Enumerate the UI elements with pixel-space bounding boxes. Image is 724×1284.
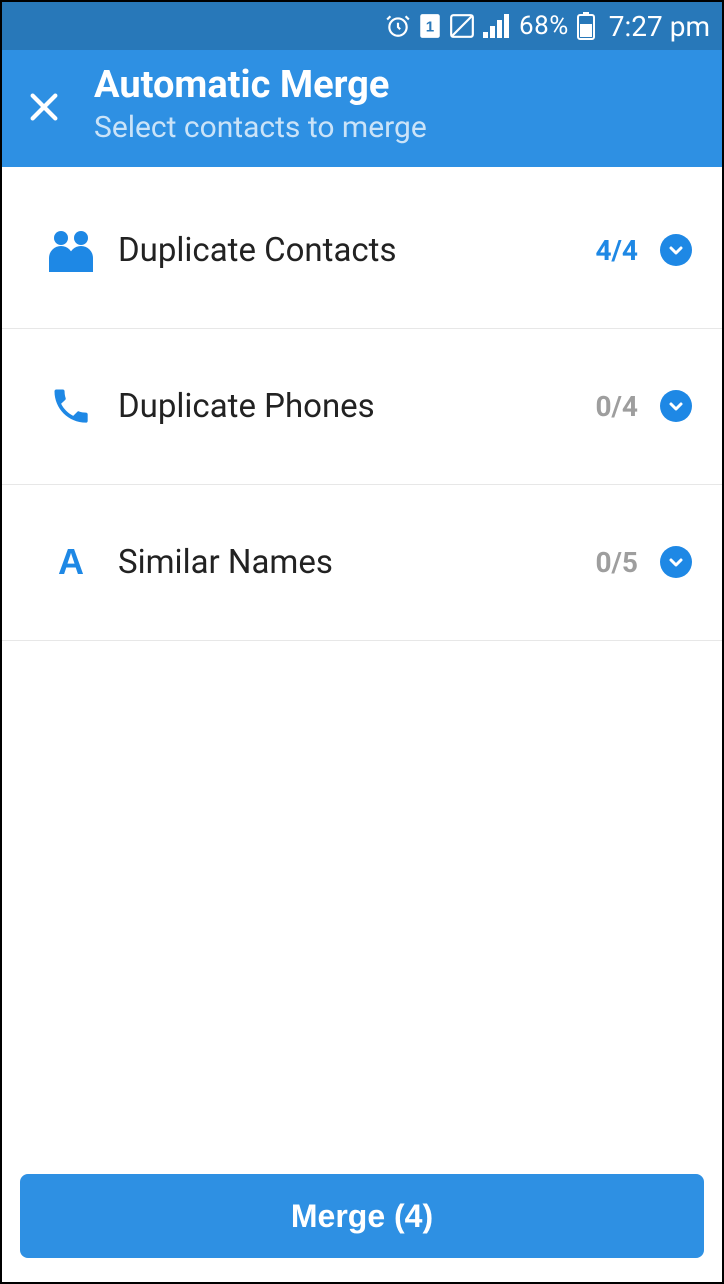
sim-1-icon: 1 — [419, 13, 441, 39]
row-count: 4/4 — [595, 234, 638, 267]
app-header: Automatic Merge Select contacts to merge — [2, 50, 722, 167]
expand-button[interactable] — [660, 546, 692, 578]
page-title: Automatic Merge — [94, 64, 427, 108]
row-count: 0/4 — [595, 390, 638, 423]
row-similar-names[interactable]: A Similar Names 0/5 — [2, 485, 722, 641]
row-label: Duplicate Contacts — [118, 231, 595, 270]
svg-text:1: 1 — [426, 18, 434, 35]
battery-percent: 68% — [519, 11, 569, 41]
chevron-down-icon — [668, 398, 684, 414]
chevron-down-icon — [668, 554, 684, 570]
storage-icon — [449, 13, 475, 39]
svg-text:A: A — [58, 542, 84, 582]
status-bar: 1 68% 7:27 pm — [2, 2, 722, 50]
battery-icon — [577, 12, 595, 40]
row-label: Duplicate Phones — [118, 387, 595, 426]
letter-a-icon: A — [42, 542, 100, 582]
clock-time: 7:27 pm — [609, 10, 710, 43]
contacts-icon — [42, 228, 100, 272]
footer: Merge (4) — [2, 1156, 722, 1282]
signal-icon — [483, 14, 511, 38]
row-label: Similar Names — [118, 543, 595, 582]
row-duplicate-contacts[interactable]: Duplicate Contacts 4/4 — [2, 173, 722, 329]
row-duplicate-phones[interactable]: Duplicate Phones 0/4 — [2, 329, 722, 485]
close-icon — [27, 90, 61, 124]
merge-categories-list: Duplicate Contacts 4/4 Duplicate Phones … — [2, 167, 722, 1156]
phone-icon — [42, 384, 100, 428]
row-count: 0/5 — [595, 546, 638, 579]
expand-button[interactable] — [660, 234, 692, 266]
expand-button[interactable] — [660, 390, 692, 422]
page-subtitle: Select contacts to merge — [94, 110, 427, 145]
close-button[interactable] — [22, 85, 66, 129]
alarm-icon — [385, 13, 411, 39]
chevron-down-icon — [668, 242, 684, 258]
merge-button[interactable]: Merge (4) — [20, 1174, 704, 1258]
